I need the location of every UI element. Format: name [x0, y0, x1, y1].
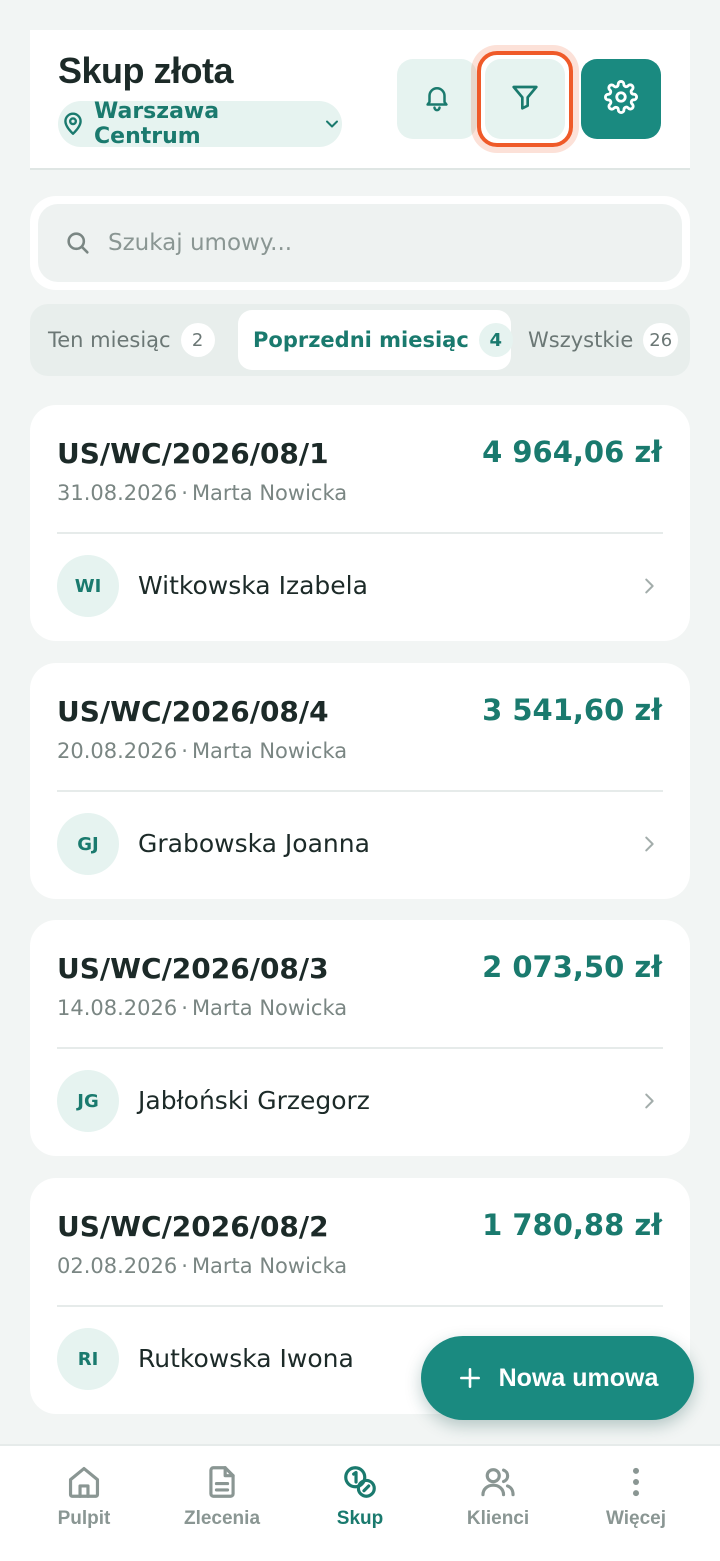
more-vertical-icon [616, 1462, 656, 1502]
client-name: Jabłoński Grzegorz [138, 1086, 370, 1115]
nav-label: Więcej [605, 1508, 667, 1529]
search-icon [64, 229, 92, 257]
client-name: Rutkowska Iwona [138, 1344, 354, 1373]
contract-date: 02.08.2026 [57, 1254, 178, 1278]
tab-label: Poprzedni miesiąc [253, 328, 469, 352]
app-header: Skup złota Warszawa Centrum [30, 30, 690, 170]
nav-item-klienci[interactable]: Klienci [428, 1462, 568, 1552]
tab-count-badge: 2 [180, 323, 215, 357]
contract-amount: 3 541,60 zł [482, 693, 662, 727]
nav-label: Zlecenia [183, 1508, 261, 1529]
contract-meta: 14.08.2026 · Marta Nowicka [57, 996, 347, 1020]
contract-number: US/WC/2026/08/2 [57, 1210, 329, 1243]
contract-date: 14.08.2026 [57, 996, 178, 1020]
nav-label: Pulpit [57, 1508, 111, 1529]
tab-this-month[interactable]: Ten miesiąc 2 [48, 310, 215, 370]
contract-meta: 20.08.2026 · Marta Nowicka [57, 739, 347, 763]
map-pin-icon [60, 111, 86, 137]
contract-date: 31.08.2026 [57, 481, 178, 505]
tab-label: Ten miesiąc [48, 328, 171, 352]
avatar: GJ [57, 813, 119, 875]
gear-icon [604, 80, 638, 118]
meta-separator: · [181, 1254, 188, 1278]
nav-label: Skup [336, 1508, 384, 1529]
divider [57, 790, 663, 792]
divider [57, 532, 663, 534]
contract-amount: 1 780,88 zł [482, 1208, 662, 1242]
location-label: Warszawa Centrum [94, 99, 220, 149]
nav-label: Klienci [466, 1508, 530, 1529]
contract-meta: 31.08.2026 · Marta Nowicka [57, 481, 347, 505]
client-name: Witkowska Izabela [138, 571, 368, 600]
avatar: JG [57, 1070, 119, 1132]
contract-employee: Marta Nowicka [191, 1254, 348, 1278]
contract-number: US/WC/2026/08/1 [57, 437, 329, 470]
client-name: Grabowska Joanna [138, 829, 370, 858]
search-bar[interactable] [38, 204, 682, 282]
contract-amount: 4 964,06 zł [482, 435, 662, 469]
tab-count-badge: 26 [643, 323, 679, 357]
contract-employee: Marta Nowicka [191, 481, 348, 505]
coins-icon [340, 1462, 380, 1502]
document-icon [202, 1462, 242, 1502]
tab-previous-month[interactable]: Poprzedni miesiąc 4 [238, 310, 513, 370]
settings-button[interactable] [581, 59, 661, 139]
tab-count-badge: 4 [478, 323, 513, 357]
contract-employee: Marta Nowicka [191, 996, 348, 1020]
contract-card[interactable]: US/WC/2026/08/4 3 541,60 zł 20.08.2026 · M… [30, 663, 690, 899]
search-container [30, 196, 690, 290]
contract-number: US/WC/2026/08/3 [57, 952, 329, 985]
meta-separator: · [181, 739, 188, 763]
bottom-navigation: Pulpit Zlecenia Skup Klienci Więcej [0, 1444, 720, 1561]
avatar: WI [57, 555, 119, 617]
chevron-right-icon [638, 831, 660, 857]
contract-amount: 2 073,50 zł [482, 950, 662, 984]
meta-separator: · [181, 481, 188, 505]
nav-item-wiecej[interactable]: Więcej [566, 1462, 706, 1552]
nav-item-skup[interactable]: Skup [290, 1462, 430, 1552]
search-input[interactable] [108, 230, 608, 256]
chevron-down-icon [322, 114, 342, 134]
contract-number: US/WC/2026/08/4 [57, 695, 329, 728]
contract-employee: Marta Nowicka [191, 739, 348, 763]
contract-date: 20.08.2026 [57, 739, 178, 763]
filter-icon [509, 81, 541, 117]
divider [57, 1047, 663, 1049]
filter-button[interactable] [477, 51, 573, 147]
bell-icon [422, 82, 452, 116]
chevron-right-icon [638, 1088, 660, 1114]
period-tabs: Ten miesiąc 2 Poprzedni miesiąc 4 Wszyst… [30, 304, 690, 376]
new-contract-button[interactable]: Nowa umowa [421, 1336, 694, 1420]
contract-card[interactable]: US/WC/2026/08/3 2 073,50 zł 14.08.2026 · M… [30, 920, 690, 1156]
page-title: Skup złota [58, 50, 234, 91]
nav-item-pulpit[interactable]: Pulpit [14, 1462, 154, 1552]
meta-separator: · [181, 996, 188, 1020]
contract-meta: 02.08.2026 · Marta Nowicka [57, 1254, 347, 1278]
fab-label: Nowa umowa [498, 1363, 659, 1392]
users-icon [478, 1462, 518, 1502]
chevron-right-icon [638, 573, 660, 599]
notifications-button[interactable] [397, 59, 477, 139]
tab-label: Wszystkie [528, 328, 634, 352]
tab-all[interactable]: Wszystkie 26 [528, 310, 679, 370]
contract-card[interactable]: US/WC/2026/08/1 4 964,06 zł 31.08.2026 · M… [30, 405, 690, 641]
plus-icon [457, 1365, 483, 1391]
avatar: RI [57, 1328, 119, 1390]
location-selector[interactable]: Warszawa Centrum [58, 99, 342, 149]
home-icon [64, 1462, 104, 1502]
divider [57, 1305, 663, 1307]
nav-item-zlecenia[interactable]: Zlecenia [152, 1462, 292, 1552]
